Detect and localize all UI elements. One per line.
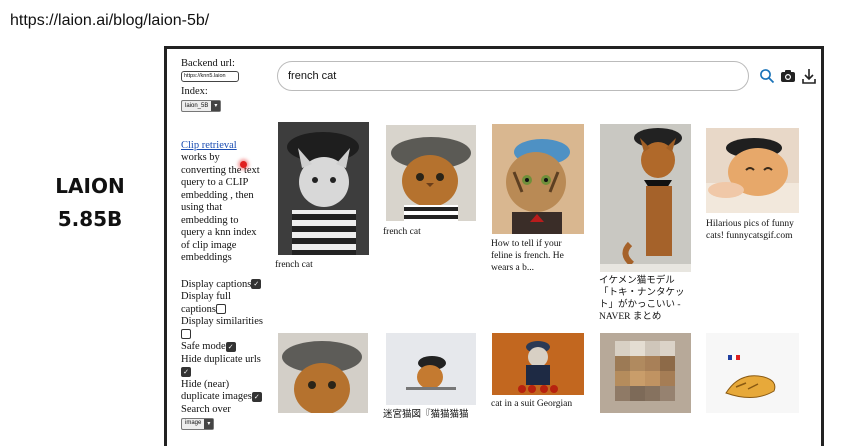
result-image[interactable] [706, 333, 799, 413]
result-caption: How to tell if your feline is french. He… [491, 239, 564, 273]
option-display-similarities: Display similarities [181, 316, 263, 341]
result-caption: イケメン猫モデル「トキ・ナンタケット」がかっこいい - NAVER まとめ [599, 276, 685, 322]
option-label: Safe mode [181, 341, 226, 353]
brand-line-1: LAION [55, 174, 125, 198]
clip-retrieval-link[interactable]: Clip retrieval [181, 140, 237, 151]
result-caption: french cat [383, 227, 421, 237]
safe-mode-checkbox[interactable]: ✓ [225, 341, 236, 352]
result-image[interactable] [600, 124, 691, 272]
index-select-value: laion_5B [185, 102, 209, 109]
page-url: https://laion.ai/blog/laion-5b/ [10, 12, 210, 29]
result-image[interactable] [278, 333, 368, 413]
result-image[interactable] [492, 333, 584, 395]
option-label: Display similarities [181, 316, 263, 328]
laion-brand: LAION 5.85B [30, 170, 150, 236]
cursor-highlight [240, 161, 247, 168]
result-caption: cat in a suit Georgian [491, 399, 573, 409]
result-image[interactable] [278, 122, 369, 255]
option-label: Hide (near) duplicate images [181, 378, 252, 403]
download-icon[interactable] [801, 67, 817, 85]
result-caption: french cat [275, 260, 313, 270]
search-over-value: image [185, 420, 202, 427]
result-image[interactable] [386, 333, 476, 405]
chevron-down-icon: ▾ [211, 100, 221, 111]
index-label: Index: [181, 86, 208, 97]
display-captions-checkbox[interactable]: ✓ [251, 279, 262, 290]
index-select[interactable]: laion_5B ▾ [181, 99, 222, 112]
result-caption: Hilarious pics of funny cats! funnycatsg… [706, 219, 794, 241]
search-input[interactable]: french cat [277, 61, 749, 91]
clip-retrieval-window: Backend url: https://knn5.laion Index: l… [164, 46, 824, 446]
option-hide-duplicate-urls: Hide duplicate urls ✓ [181, 354, 263, 379]
display-full-captions-checkbox[interactable] [216, 304, 226, 315]
option-display-captions: Display captions ✓ [181, 279, 263, 292]
result-image[interactable] [492, 124, 584, 234]
brand-line-2: 5.85B [57, 207, 123, 231]
option-safe-mode: Safe mode ✓ [181, 341, 263, 354]
search-over-select[interactable]: image ▾ [181, 417, 215, 430]
result-image[interactable] [386, 125, 476, 221]
description: Clip retrieval works by converting the t… [181, 140, 263, 265]
result-caption: 迷宮猫図『猫猫猫猫 [383, 410, 469, 420]
chevron-down-icon: ▾ [204, 418, 214, 429]
hide-near-duplicates-checkbox[interactable]: ✓ [251, 391, 262, 402]
display-similarities-checkbox[interactable] [181, 329, 191, 340]
option-hide-near-duplicates: Hide (near) duplicate images ✓ [181, 379, 263, 404]
search-icon[interactable] [759, 67, 775, 85]
backend-url-label: Backend url: [181, 58, 235, 69]
search-over-label: Search over [181, 403, 231, 415]
result-image[interactable] [600, 333, 691, 413]
backend-url-input[interactable]: https://knn5.laion [181, 70, 239, 82]
camera-icon[interactable] [780, 67, 796, 85]
option-display-full-captions: Display full captions [181, 291, 263, 316]
search-tools [759, 67, 817, 85]
description-text: works by converting the text query to a … [181, 152, 260, 264]
option-label: Display captions [181, 278, 252, 290]
hide-duplicate-urls-checkbox[interactable]: ✓ [181, 366, 191, 377]
left-panel: Backend url: https://knn5.laion Index: l… [181, 58, 263, 430]
result-image[interactable] [706, 128, 799, 213]
option-label: Hide duplicate urls [181, 353, 261, 365]
